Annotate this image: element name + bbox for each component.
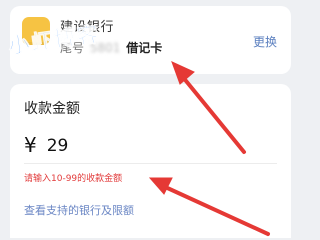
- card-info: 尾号 5801 借记卡: [60, 39, 162, 56]
- currency-symbol: ¥: [24, 133, 37, 157]
- change-card-button[interactable]: 更换: [253, 33, 277, 50]
- amount-input[interactable]: [46, 136, 197, 156]
- card-type: 借记卡: [126, 41, 163, 55]
- bank-card[interactable]: 建设银行 尾号 5801 借记卡 更换: [10, 6, 291, 74]
- amount-title: 收款金额: [24, 101, 80, 117]
- bank-name: 建设银行: [60, 20, 115, 35]
- amount-card: 收款金额 ¥ 请输入10-99的收款金额 查看支持的银行及限额: [10, 84, 291, 238]
- bank-logo-icon: [22, 17, 50, 45]
- tail-prefix: 尾号: [60, 41, 85, 55]
- tail-number: 5801: [89, 41, 121, 55]
- amount-row[interactable]: ¥: [24, 130, 244, 156]
- supported-banks-link[interactable]: 查看支持的银行及限额: [24, 202, 134, 218]
- divider: [24, 163, 277, 164]
- amount-error-message: 请输入10-99的收款金额: [24, 174, 123, 184]
